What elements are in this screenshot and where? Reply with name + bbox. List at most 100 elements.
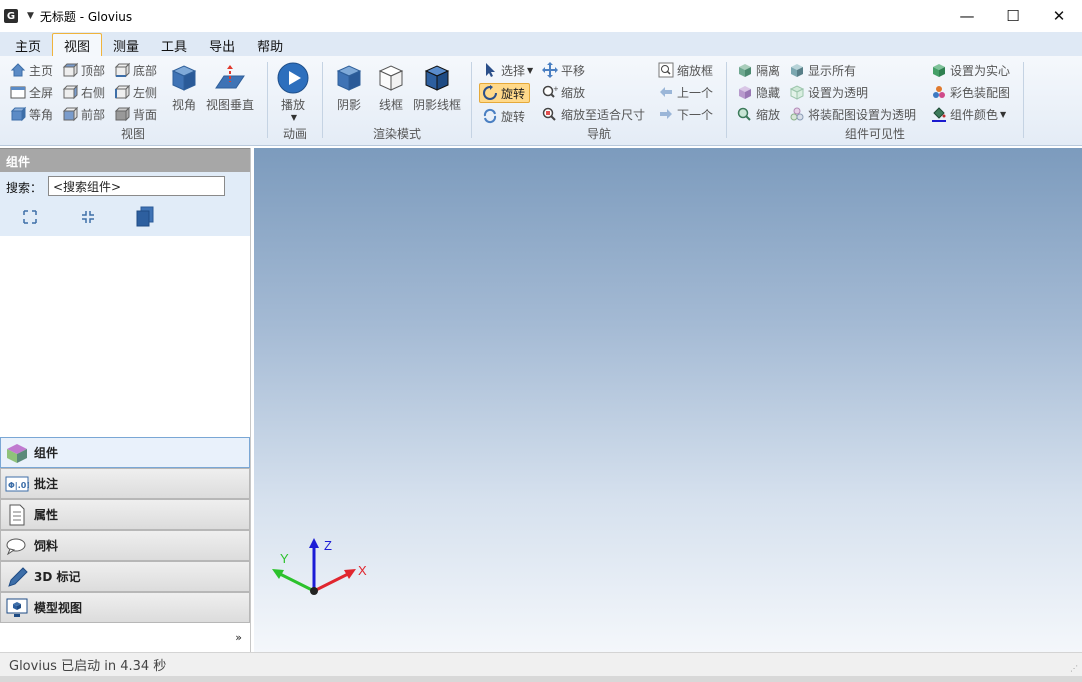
group-divider <box>1023 62 1024 138</box>
maximize-button[interactable]: ☐ <box>990 0 1036 32</box>
properties-icon <box>5 504 29 526</box>
axis-origin <box>310 587 318 595</box>
shaded-wireframe-button[interactable]: 阴影线框 <box>413 62 461 113</box>
hide-button[interactable]: 隐藏 <box>737 82 780 102</box>
model-view-icon <box>5 597 29 619</box>
iso-view-button[interactable]: 等角 <box>10 104 53 124</box>
taskbar-strip <box>0 676 1082 682</box>
tab-help[interactable]: 帮助 <box>246 34 294 56</box>
copy-icon[interactable] <box>134 206 156 228</box>
cube-bottom-icon <box>114 62 130 78</box>
zoom-box-button[interactable]: 缩放框 <box>658 60 713 80</box>
zoom-component-button[interactable]: 缩放 <box>737 104 780 124</box>
3d-viewport[interactable]: Z Y X <box>254 148 1082 652</box>
color-assembly-icon <box>931 84 947 100</box>
render-group-label: 渲染模式 <box>372 127 421 141</box>
nav-item-properties[interactable]: 属性 <box>0 499 250 530</box>
show-all-cube-icon <box>789 62 805 78</box>
nav-item-comments[interactable]: 饲料 <box>0 530 250 561</box>
rotate-active-button[interactable]: 旋转 <box>479 83 531 103</box>
minimize-button[interactable]: — <box>944 0 990 32</box>
viewpoint-cube-icon <box>168 62 200 94</box>
isolate-button[interactable]: 隔离 <box>737 60 780 80</box>
zoom-button[interactable]: + 缩放 <box>542 82 585 102</box>
x-axis-label: X <box>358 563 367 578</box>
previous-view-button[interactable]: 上一个 <box>658 82 713 102</box>
isolate-cube-icon <box>737 62 753 78</box>
component-panel: 组件 搜索： 组件 Φ|.01 批注 属性 饲料 3D 标记 模型视图 » <box>0 148 251 652</box>
z-axis-arrow <box>309 538 319 548</box>
zoom-icon: + <box>542 84 558 100</box>
shaded-wire-cube-icon <box>421 62 453 94</box>
set-solid-button[interactable]: 设置为实心 <box>931 60 1010 80</box>
nav-item-annotations[interactable]: Φ|.01 批注 <box>0 468 250 499</box>
y-axis-line <box>279 572 315 593</box>
render-mode-group: 阴影 线框 阴影线框 渲染模式 <box>323 58 471 144</box>
navigation-group: 选择 ▼ 旋转 旋转 平移 + 缩放 缩放至适合尺寸 缩放框 上一个 下一个 导航 <box>472 58 726 144</box>
dropdown-arrow-icon: ▼ <box>290 113 298 122</box>
rotate-button[interactable]: 旋转 <box>482 106 525 126</box>
search-label: 搜索： <box>6 181 43 195</box>
fullscreen-button[interactable]: 全屏 <box>10 82 53 102</box>
fullscreen-icon <box>10 84 26 100</box>
front-view-button[interactable]: 前部 <box>62 104 105 124</box>
close-button[interactable]: ✕ <box>1036 0 1082 32</box>
shaded-cube-icon <box>333 62 365 94</box>
panel-title: 组件 <box>0 148 250 172</box>
zoom-box-icon <box>658 62 674 78</box>
tab-measure[interactable]: 测量 <box>102 34 150 56</box>
expand-all-icon[interactable] <box>19 206 41 228</box>
wireframe-button[interactable]: 线框 <box>375 62 407 113</box>
set-assembly-transparent-button[interactable]: 将装配图设置为透明 <box>789 104 916 124</box>
cube-back-icon <box>114 106 130 122</box>
pen-icon <box>5 566 29 588</box>
zoom-fit-button[interactable]: 缩放至适合尺寸 <box>542 104 645 124</box>
more-options-button[interactable]: » <box>0 623 250 652</box>
color-assembly-button[interactable]: 彩色装配图 <box>931 82 1010 102</box>
zoom-fit-icon <box>542 106 558 122</box>
app-logo-icon[interactable]: G <box>4 9 18 23</box>
shaded-button[interactable]: 阴影 <box>333 62 365 113</box>
view-perpendicular-button[interactable]: 视图垂直 <box>206 62 254 113</box>
viewpoint-button[interactable]: 视角 <box>168 62 200 113</box>
arrow-right-icon <box>658 106 674 122</box>
tab-export[interactable]: 导出 <box>198 34 246 56</box>
zoom-icon <box>737 106 753 122</box>
x-axis-line <box>313 572 349 593</box>
nav-item-model-views[interactable]: 模型视图 <box>0 592 250 623</box>
component-color-button[interactable]: 组件颜色 ▼ <box>931 104 1006 124</box>
assembly-transparent-icon <box>789 106 805 122</box>
set-transparent-button[interactable]: 设置为透明 <box>789 82 868 102</box>
right-view-button[interactable]: 右侧 <box>62 82 105 102</box>
svg-text:+: + <box>553 85 558 93</box>
perpendicular-plane-icon <box>214 62 246 94</box>
resize-grip-icon[interactable]: ⋰ <box>1070 664 1078 673</box>
left-view-button[interactable]: 左侧 <box>114 82 157 102</box>
collapse-all-icon[interactable] <box>77 206 99 228</box>
tab-view[interactable]: 视图 <box>52 33 103 56</box>
home-view-button[interactable]: 主页 <box>10 60 53 80</box>
back-view-button[interactable]: 背面 <box>114 104 157 124</box>
tab-home[interactable]: 主页 <box>4 34 52 56</box>
tab-tools[interactable]: 工具 <box>150 34 198 56</box>
component-visibility-group: 隔离 隐藏 缩放 显示所有 设置为透明 将装配图设置为透明 设置为实心 彩色装配… <box>727 58 1023 144</box>
next-view-button[interactable]: 下一个 <box>658 104 713 124</box>
annotation-icon: Φ|.01 <box>5 473 29 495</box>
comment-icon <box>5 535 29 557</box>
cursor-icon <box>482 62 498 78</box>
top-view-button[interactable]: 顶部 <box>62 60 105 80</box>
search-input[interactable] <box>48 176 225 196</box>
ribbon-tab-bar: 主页 视图 测量 工具 导出 帮助 <box>0 32 1082 56</box>
bottom-view-button[interactable]: 底部 <box>114 60 157 80</box>
select-button[interactable]: 选择 ▼ <box>482 60 533 80</box>
play-button[interactable]: 播放 ▼ <box>277 62 309 122</box>
animation-group: 播放 ▼ 动画 <box>268 58 322 144</box>
quick-access-dropdown-icon[interactable]: ▼ <box>27 11 34 21</box>
show-all-button[interactable]: 显示所有 <box>789 60 856 80</box>
pan-button[interactable]: 平移 <box>542 60 585 80</box>
status-text: Glovius 已启动 in 4.34 秒 <box>9 659 167 674</box>
z-axis-label: Z <box>324 538 332 553</box>
rotate-icon <box>482 85 498 101</box>
nav-item-3d-markup[interactable]: 3D 标记 <box>0 561 250 592</box>
nav-item-components[interactable]: 组件 <box>0 437 250 468</box>
